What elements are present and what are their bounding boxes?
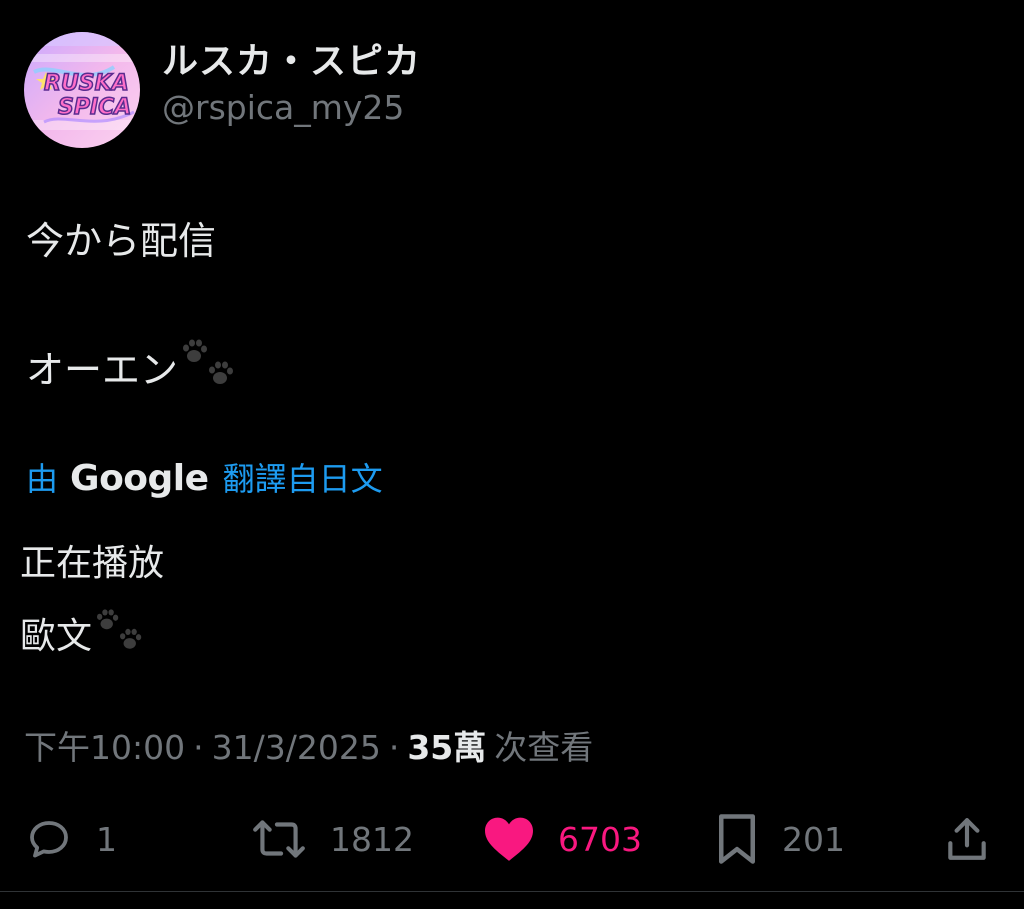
tweet-text-line-1: 今から配信: [26, 217, 216, 265]
translated-text-line-2: 歐文: [20, 608, 146, 666]
views-count[interactable]: 35萬: [407, 726, 486, 770]
views-label[interactable]: 次查看: [494, 726, 593, 770]
translated-by-label: 由: [26, 460, 59, 498]
tweet-date[interactable]: 31/3/2025: [212, 726, 381, 770]
divider: [0, 891, 1024, 892]
avatar[interactable]: RUSKA SPICA: [24, 32, 140, 148]
tweet-text: 今から配信: [26, 219, 217, 263]
meta-separator: ·: [388, 728, 400, 767]
like-button[interactable]: 6703: [482, 812, 642, 866]
tweet-time[interactable]: 下午10:00: [24, 726, 185, 770]
repost-icon: [253, 820, 305, 858]
user-handle[interactable]: @rspica_my25: [162, 86, 421, 130]
action-bar: 1 1812 6703 201: [0, 812, 1024, 866]
translated-text: 正在播放: [20, 543, 165, 584]
bookmark-count: 201: [782, 819, 845, 859]
translated-text: 歐文: [20, 616, 93, 657]
tweet-meta: 下午10:00 · 31/3/2025 · 35萬 次查看: [24, 726, 593, 770]
tweet-text: オーエン: [26, 347, 179, 392]
translation-attribution[interactable]: 由 Google 翻譯自日文: [26, 456, 383, 502]
bookmark-button[interactable]: 201: [714, 812, 845, 866]
share-icon: [948, 818, 986, 860]
reply-count: 1: [96, 819, 117, 859]
google-logo: Google: [70, 458, 209, 499]
paw-prints-icon: [180, 338, 238, 401]
reply-icon: [30, 821, 68, 858]
tweet-text-line-2: オーエン: [26, 338, 238, 401]
meta-separator: ·: [193, 728, 204, 767]
reply-button[interactable]: 1: [24, 812, 117, 866]
bookmark-icon: [719, 814, 755, 864]
display-name[interactable]: ルスカ・スピカ: [162, 40, 421, 84]
author-info: ルスカ・スピカ @rspica_my25: [162, 40, 421, 130]
avatar-image: RUSKA SPICA: [24, 32, 140, 148]
share-button[interactable]: [942, 812, 992, 866]
repost-button[interactable]: 1812: [250, 812, 414, 866]
avatar-text-2: SPICA: [58, 95, 131, 120]
translated-from-label[interactable]: 翻譯自日文: [223, 456, 383, 502]
like-count: 6703: [558, 819, 642, 859]
avatar-text-1: RUSKA: [44, 71, 129, 96]
repost-count: 1812: [330, 819, 414, 859]
paw-prints-icon: [94, 608, 146, 666]
heart-filled-icon: [485, 817, 533, 861]
translated-text-line-1: 正在播放: [20, 541, 164, 587]
tweet-header: RUSKA SPICA ルスカ・スピカ @rspica_my25: [24, 32, 421, 148]
